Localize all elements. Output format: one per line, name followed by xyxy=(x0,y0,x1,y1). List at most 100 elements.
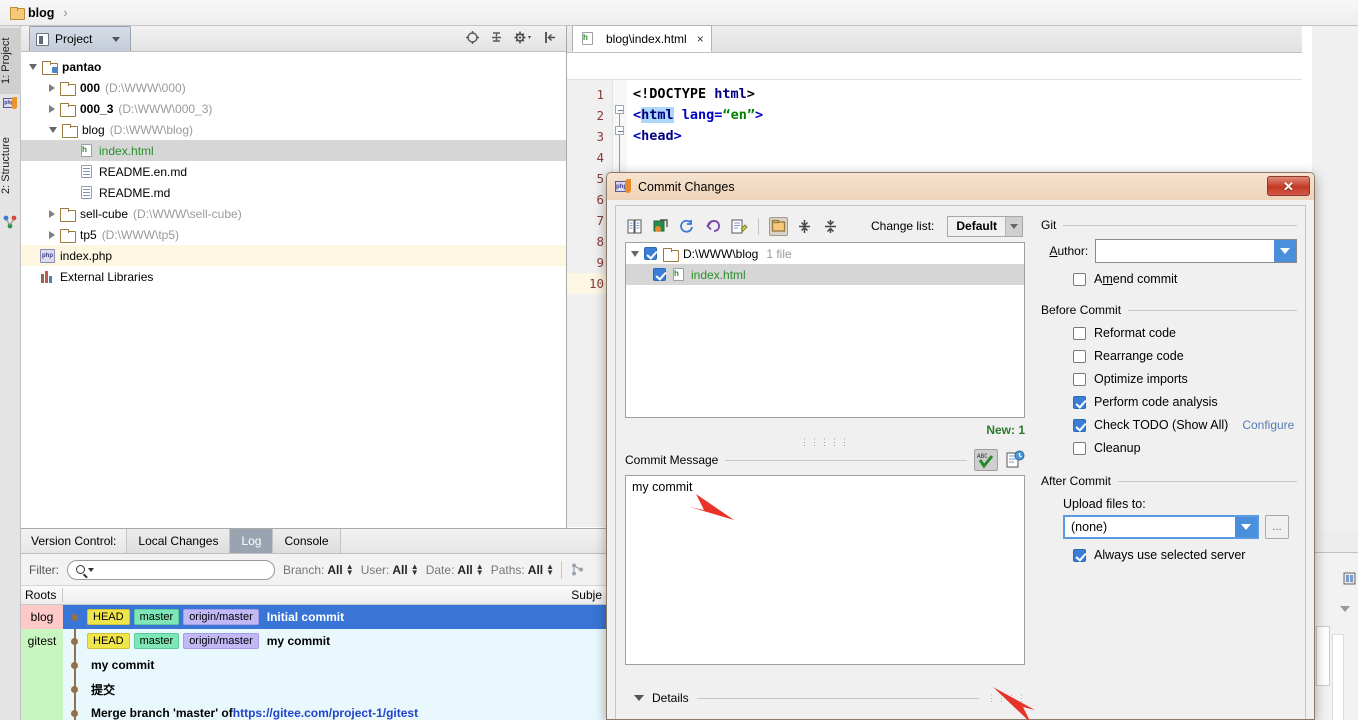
option-checkbox[interactable] xyxy=(1073,395,1086,409)
tree-item-blog[interactable]: blog (D:\WWW\blog) xyxy=(21,119,566,140)
tree-item-000-3[interactable]: 000_3 (D:\WWW\000_3) xyxy=(21,98,566,119)
close-icon[interactable]: × xyxy=(697,32,704,46)
tree-item-readme-en-md[interactable]: README.en.md xyxy=(21,161,566,182)
author-input[interactable] xyxy=(1096,240,1274,262)
before-commit-option[interactable]: Perform code analysis xyxy=(1041,395,1297,409)
browse-button[interactable]: ... xyxy=(1265,515,1289,539)
commit-log-list[interactable]: blog HEAD master origin/master Initial commi… xyxy=(21,605,608,720)
ref-tag-head[interactable]: HEAD xyxy=(87,609,130,625)
structure-tree-icon[interactable] xyxy=(3,214,18,229)
tab-console[interactable]: Console xyxy=(273,529,341,553)
chevron-right-icon[interactable] xyxy=(49,104,55,113)
chevron-down-icon[interactable] xyxy=(49,126,57,133)
always-use-server-checkbox[interactable] xyxy=(1073,548,1086,562)
ref-tag-origin-master[interactable]: origin/master xyxy=(183,609,259,625)
move-to-changelist-icon[interactable] xyxy=(651,217,670,236)
hide-panel-icon[interactable] xyxy=(543,30,558,45)
column-roots[interactable]: Roots xyxy=(21,588,63,602)
ref-tag-master[interactable]: master xyxy=(133,633,180,649)
tree-item-tp5[interactable]: tp5 (D:\WWW\tp5) xyxy=(21,224,566,245)
refresh-icon[interactable] xyxy=(677,217,696,236)
group-by-directory-icon[interactable] xyxy=(769,216,788,236)
line-number[interactable]: 4 xyxy=(567,147,612,168)
locate-icon[interactable] xyxy=(465,30,480,45)
tab-local-changes[interactable]: Local Changes xyxy=(127,529,231,553)
collapse-all-icon[interactable] xyxy=(821,217,840,236)
project-tab[interactable]: Project xyxy=(29,26,132,51)
tree-item-000[interactable]: 000 (D:\WWW\000) xyxy=(21,77,566,98)
ref-tag-origin-master[interactable]: origin/master xyxy=(183,633,259,649)
edit-source-icon[interactable] xyxy=(729,217,748,236)
chevron-down-icon[interactable] xyxy=(634,695,644,701)
project-tree[interactable]: pantao 000 (D:\WWW\000) 000_3 (D:\WWW\000_3)… xyxy=(21,52,566,528)
commit-log-row[interactable]: 提交 xyxy=(21,677,608,701)
option-checkbox[interactable] xyxy=(1073,418,1086,432)
tree-item-external-libraries[interactable]: External Libraries xyxy=(21,266,566,287)
commit-subject-link[interactable]: https://gitee.com/project-1/gitest xyxy=(233,706,418,720)
amend-commit-row[interactable]: Amend commit xyxy=(1041,272,1297,286)
commit-log-row[interactable]: my commit xyxy=(21,653,608,677)
before-commit-option[interactable]: Cleanup xyxy=(1041,441,1297,455)
chevron-down-icon[interactable] xyxy=(1274,240,1296,262)
option-checkbox[interactable] xyxy=(1073,326,1086,340)
line-number[interactable]: 1 xyxy=(567,84,612,105)
commit-message-input[interactable]: my commit xyxy=(625,475,1025,665)
php-project-icon[interactable]: php xyxy=(3,97,18,113)
code-line[interactable]: <html lang=“en”> xyxy=(627,105,1302,126)
tree-item-index-html[interactable]: h index.html xyxy=(21,140,566,161)
rollback-icon[interactable] xyxy=(703,217,722,236)
changed-file-row[interactable]: h index.html xyxy=(626,264,1024,285)
option-checkbox[interactable] xyxy=(1073,372,1086,386)
filter-paths[interactable]: Paths: All ▲ ▼ xyxy=(491,562,554,577)
always-use-server-row[interactable]: Always use selected server xyxy=(1041,548,1297,562)
chevron-right-icon[interactable] xyxy=(49,230,55,239)
option-checkbox[interactable] xyxy=(1073,441,1086,455)
tree-item-readme-md[interactable]: README.md xyxy=(21,182,566,203)
line-number[interactable]: 2 xyxy=(567,105,612,126)
settings-gear-icon[interactable] xyxy=(513,30,534,45)
filter-branch[interactable]: Branch: All ▲ ▼ xyxy=(283,562,354,577)
before-commit-option[interactable]: Rearrange code xyxy=(1041,349,1297,363)
upload-server-combo[interactable]: (none) xyxy=(1063,515,1259,539)
close-button[interactable]: ✕ xyxy=(1267,176,1310,196)
tree-item-pantao[interactable]: pantao xyxy=(21,56,566,77)
author-combo[interactable] xyxy=(1095,239,1297,263)
details-grip[interactable]: ⋮⋮⋮⋮ xyxy=(987,693,1027,704)
breadcrumb-label[interactable]: blog xyxy=(28,6,54,20)
before-commit-option[interactable]: Optimize imports xyxy=(1041,372,1297,386)
fold-toggle-line2[interactable] xyxy=(615,105,624,114)
change-list-combo[interactable]: Default xyxy=(947,215,1024,237)
file-checkbox[interactable] xyxy=(653,268,666,281)
code-line[interactable]: <head> xyxy=(627,126,1302,147)
tab-log[interactable]: Log xyxy=(230,529,274,553)
editor-tab-index-html[interactable]: h blog\index.html × xyxy=(572,25,712,52)
line-number[interactable]: 3 xyxy=(567,126,612,147)
commit-log-row[interactable]: gitest HEAD master origin/master my commit xyxy=(21,629,608,653)
sidebar-item-project[interactable]: 1: Project xyxy=(0,28,21,94)
changed-file-row[interactable]: D:\WWW\blog 1 file xyxy=(626,243,1024,264)
before-commit-options[interactable]: Reformat code Rearrange code Optimize impo… xyxy=(1041,326,1297,455)
chevron-right-icon[interactable] xyxy=(49,83,55,92)
expand-all-icon[interactable] xyxy=(795,217,814,236)
chevron-down-icon[interactable] xyxy=(29,63,37,70)
chevron-right-icon[interactable] xyxy=(49,209,55,218)
commit-log-row[interactable]: blog HEAD master origin/master Initial commi… xyxy=(21,605,608,629)
filter-user[interactable]: User: All ▲ ▼ xyxy=(361,562,419,577)
chevron-down-icon[interactable] xyxy=(1235,517,1257,537)
commit-log-row[interactable]: Merge branch 'master' of https://gitee.c… xyxy=(21,701,608,720)
chevron-down-icon[interactable] xyxy=(631,250,639,257)
message-history-icon[interactable] xyxy=(1005,450,1025,470)
code-line[interactable]: <!DOCTYPE html> xyxy=(627,84,1302,105)
show-diff-icon[interactable] xyxy=(625,217,644,236)
chevron-down-icon[interactable] xyxy=(112,36,121,42)
fold-toggle-line3[interactable] xyxy=(615,126,624,135)
branch-graph-icon[interactable] xyxy=(570,562,585,577)
column-subject[interactable]: Subje xyxy=(571,588,602,602)
tree-item-index-php[interactable]: php index.php xyxy=(21,245,566,266)
search-input[interactable] xyxy=(67,559,275,580)
changed-files-list[interactable]: D:\WWW\blog 1 file h index.html xyxy=(625,242,1025,418)
spellcheck-icon[interactable]: ABC xyxy=(974,449,998,471)
splitter-grip[interactable]: ⋮⋮⋮⋮⋮ xyxy=(625,437,1025,447)
chevron-down-icon[interactable] xyxy=(88,567,94,572)
configure-link[interactable]: Configure xyxy=(1242,418,1294,432)
